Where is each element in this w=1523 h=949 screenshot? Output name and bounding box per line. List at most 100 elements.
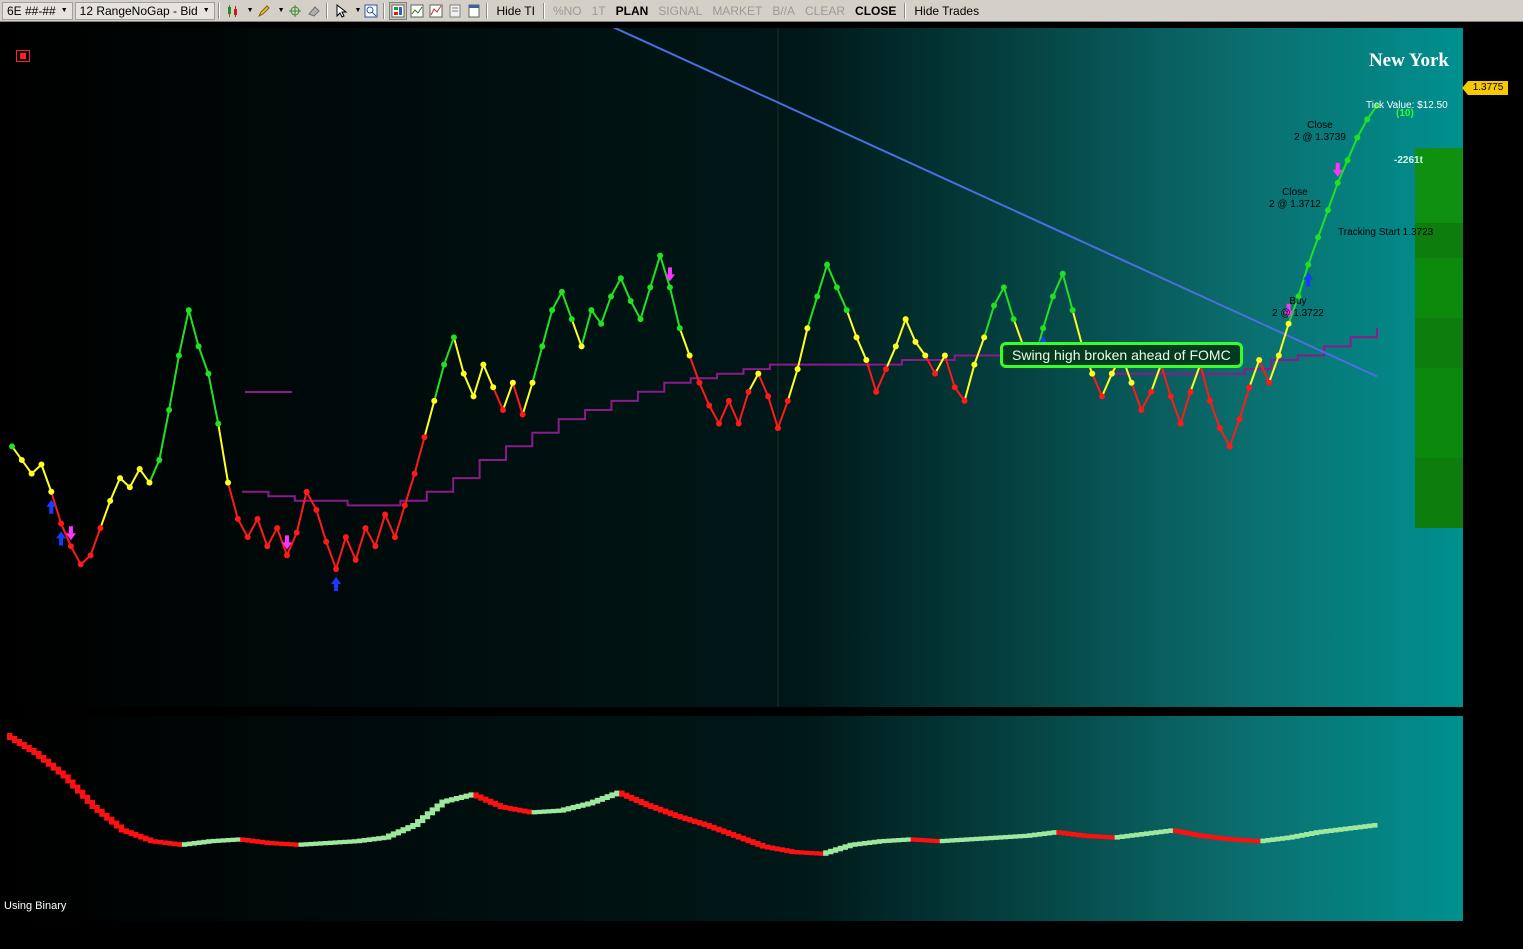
histogram-bar — [803, 850, 810, 855]
crosshair-icon[interactable] — [286, 2, 304, 20]
histogram-bar — [138, 833, 144, 840]
histogram-bar — [60, 770, 66, 779]
histogram-bar — [201, 839, 207, 845]
price-point — [882, 366, 889, 373]
price-point — [1305, 261, 1312, 268]
price-point — [146, 479, 153, 486]
signal-button[interactable]: SIGNAL — [653, 4, 707, 18]
hide-ti-button[interactable]: Hide TI — [491, 4, 539, 18]
plan-button[interactable]: PLAN — [611, 4, 654, 18]
histogram-bar — [21, 742, 27, 749]
histogram-bar — [614, 790, 620, 797]
histogram-bar — [11, 736, 18, 743]
histogram-bar — [983, 836, 989, 841]
trade-annotation: Buy 2 @ 1.3722 — [1272, 296, 1324, 320]
data-box-icon[interactable] — [446, 2, 464, 20]
properties-icon[interactable] — [465, 2, 483, 20]
price-point — [48, 488, 55, 495]
indicators-icon[interactable] — [427, 2, 445, 20]
histogram-bar — [75, 784, 81, 794]
price-point — [1010, 316, 1017, 323]
histogram-bar — [594, 797, 601, 804]
histogram-bar — [818, 851, 824, 856]
price-segment — [826, 264, 838, 288]
panel-toggle-icon[interactable] — [16, 50, 30, 62]
price-point — [558, 288, 565, 295]
price-point — [1167, 393, 1174, 400]
histogram-bar — [1240, 838, 1247, 843]
trade-fill: 2 @ 1.3722 — [1272, 308, 1324, 319]
bid-ask-button[interactable]: B//A — [767, 4, 800, 18]
close-button[interactable]: CLOSE — [850, 4, 901, 18]
histogram-bar — [1104, 835, 1111, 840]
pencil-icon[interactable] — [255, 2, 273, 20]
histogram-bar — [1036, 832, 1043, 837]
chart-trader-icon[interactable] — [389, 1, 408, 20]
chevron-down-icon[interactable]: ▼ — [278, 7, 285, 14]
bar-type-selector[interactable]: 12 RangeNoGap - Bid ▼ — [74, 1, 215, 20]
price-point — [608, 293, 615, 300]
histogram-bar — [701, 821, 708, 827]
price-point — [460, 370, 467, 377]
market-button[interactable]: MARKET — [707, 4, 767, 18]
price-point — [215, 420, 222, 427]
chevron-down-icon[interactable]: ▼ — [355, 7, 362, 14]
histogram-bar — [1041, 831, 1048, 836]
histogram-bar — [657, 806, 664, 813]
chart-note[interactable]: Swing high broken ahead of FOMC — [1000, 342, 1243, 368]
histogram-bar — [147, 837, 154, 844]
price-point — [58, 520, 65, 527]
price-segment — [727, 400, 740, 425]
price-chart-panel[interactable]: New York Tick Value: $12.50 (10) -2261t … — [2, 28, 1463, 707]
indicator-panel[interactable]: Using Binary — [2, 716, 1463, 921]
histogram-bar — [1206, 834, 1213, 839]
histogram-bar — [371, 836, 377, 842]
price-point — [1354, 134, 1361, 141]
price-segment — [70, 545, 82, 565]
histogram-bar — [1274, 836, 1281, 842]
histogram-bar — [692, 818, 698, 824]
cursor-icon[interactable] — [332, 2, 350, 20]
strategy-icon[interactable] — [408, 2, 426, 20]
price-segment — [394, 505, 406, 538]
price-segment — [560, 291, 573, 320]
histogram-bar — [415, 819, 421, 827]
histogram-bar — [789, 849, 795, 854]
price-point — [67, 543, 74, 550]
histogram-bar — [1070, 832, 1077, 837]
histogram-bar — [274, 841, 280, 846]
eraser-icon[interactable] — [305, 2, 323, 20]
price-segment — [934, 355, 946, 375]
chevron-down-icon[interactable]: ▼ — [247, 7, 254, 14]
histogram-bar — [487, 798, 494, 805]
histogram-bar — [905, 837, 912, 842]
price-segment — [885, 346, 897, 370]
histogram-bar — [1304, 832, 1310, 837]
histogram-bar — [283, 841, 290, 847]
price-point — [480, 361, 487, 368]
price-point — [696, 379, 703, 386]
price-segment — [344, 536, 357, 561]
histogram-bar — [1231, 837, 1237, 842]
price-segment — [511, 382, 524, 415]
price-point — [627, 298, 634, 304]
price-segment — [678, 327, 691, 356]
histogram-bar — [1119, 834, 1125, 839]
histogram-bar — [1134, 832, 1140, 838]
price-point — [107, 497, 114, 504]
instrument-selector[interactable]: 6E ##-## ▼ — [2, 1, 73, 20]
hide-trades-button[interactable]: Hide Trades — [909, 4, 984, 18]
zoom-icon[interactable] — [362, 2, 380, 20]
price-point — [1334, 179, 1341, 186]
price-point — [824, 261, 831, 268]
candlestick-icon[interactable] — [224, 2, 242, 20]
histogram-bar — [755, 841, 761, 847]
percent-no-button[interactable]: %NO — [548, 4, 587, 18]
price-point — [136, 466, 143, 473]
price-segment — [1091, 373, 1103, 397]
price-segment — [767, 396, 779, 429]
histogram-bar — [351, 839, 358, 844]
one-tick-button[interactable]: 1T — [587, 4, 611, 18]
price-segment — [1002, 287, 1015, 320]
clear-button[interactable]: CLEAR — [800, 4, 850, 18]
